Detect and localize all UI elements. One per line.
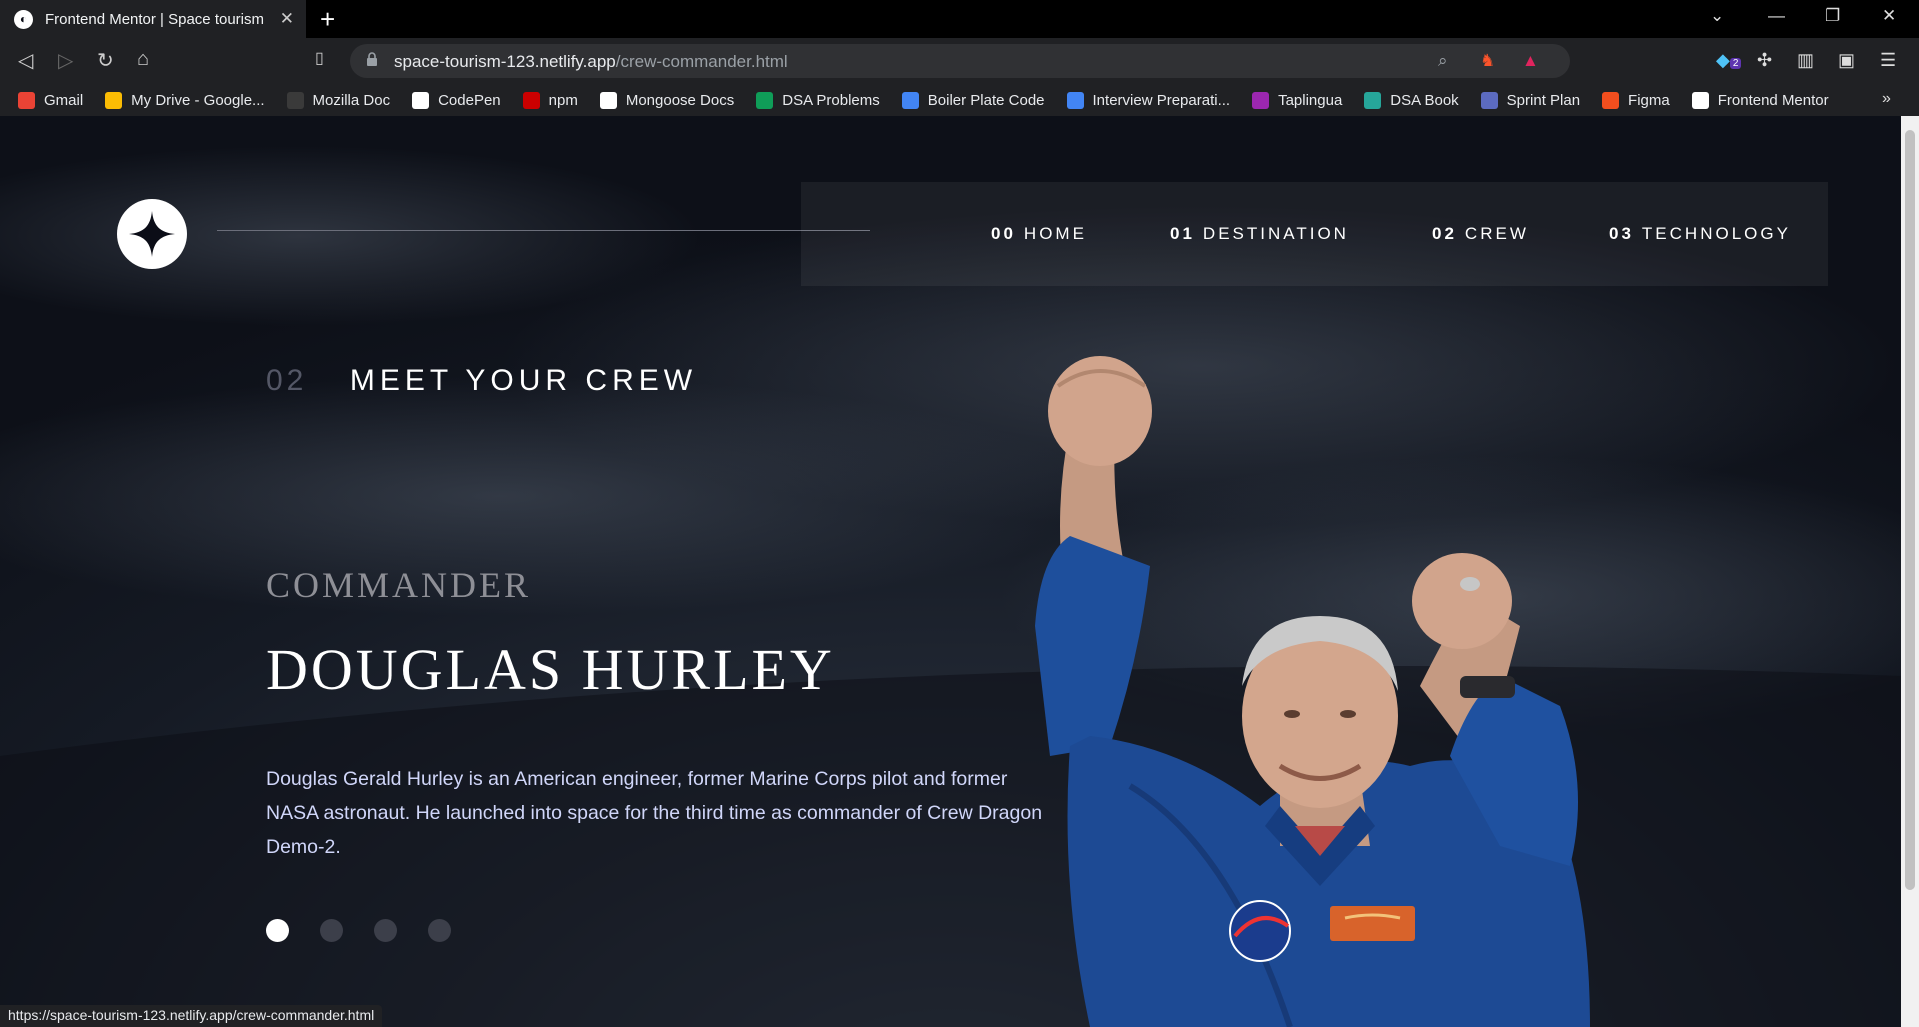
url-text: space-tourism-123.netlify.app/crew-comma… [394, 52, 788, 71]
bookmark-item[interactable]: Gmail [18, 91, 84, 109]
bookmark-item[interactable]: Mozilla Doc [286, 91, 391, 109]
bookmark-favicon-icon [1066, 91, 1084, 109]
new-tab-icon[interactable]: + [320, 4, 335, 35]
tab-search-icon[interactable]: ⌄ [1710, 6, 1724, 26]
bookmark-favicon-icon [286, 91, 304, 109]
bookmark-favicon-icon [1364, 91, 1382, 109]
bookmark-label: CodePen [438, 91, 501, 109]
bookmark-favicon-icon [901, 91, 919, 109]
forward-icon[interactable]: ▷ [58, 48, 73, 73]
bookmark-favicon-icon [1691, 91, 1709, 109]
site-logo[interactable] [117, 199, 187, 269]
bookmark-label: Gmail [44, 91, 84, 109]
bookmark-label: DSA Book [1390, 91, 1459, 109]
crew-bio: Douglas Gerald Hurley is an American eng… [266, 768, 1043, 858]
zoom-icon[interactable]: ⌕ [1438, 51, 1448, 71]
bookmark-label: My Drive - Google... [131, 91, 265, 109]
bookmark-item[interactable]: Taplingua [1252, 91, 1343, 109]
crew-dot-4[interactable] [428, 919, 451, 942]
bookmark-favicon-icon [1252, 91, 1270, 109]
bookmark-item[interactable]: Boiler Plate Code [901, 91, 1045, 109]
more-bookmarks-icon[interactable]: » [1882, 90, 1899, 108]
bookmark-item[interactable]: DSA Book [1364, 91, 1459, 109]
lock-icon [367, 52, 377, 66]
section-heading: 02 MEET YOUR CREW [266, 364, 697, 398]
bookmark-label: Boiler Plate Code [927, 91, 1045, 109]
scroll-thumb[interactable] [1905, 130, 1915, 890]
restore-icon[interactable]: ❐ [1825, 6, 1840, 26]
crew-portrait [1035, 356, 1590, 1027]
bookmark-item[interactable]: DSA Problems [756, 91, 880, 109]
bookmark-label: Figma [1628, 91, 1670, 109]
section-title: MEET YOUR CREW [349, 364, 698, 397]
address-bar[interactable]: space-tourism-123.netlify.app/crew-comma… [350, 44, 1570, 78]
close-tab-icon[interactable]: ✕ [280, 9, 294, 29]
bookmark-icon[interactable]: ▯ [315, 48, 324, 68]
bookmark-favicon-icon [18, 91, 35, 109]
nav-crew[interactable]: 02 CREW [1432, 224, 1529, 244]
brave-rewards-icon[interactable]: ▲ [1522, 51, 1539, 71]
reload-icon[interactable]: ↻ [97, 48, 114, 73]
bookmark-favicon-icon [1480, 91, 1498, 109]
tab-title: Frontend Mentor | Space tourism [45, 10, 264, 28]
active-tab[interactable]: ◐ Frontend Mentor | Space tourism ✕ [0, 0, 306, 38]
bookmark-label: DSA Problems [782, 91, 880, 109]
page-scrollbar[interactable] [1901, 116, 1919, 1027]
star-logo-icon [129, 211, 175, 257]
back-icon[interactable]: ◁ [18, 48, 33, 73]
bookmark-favicon-icon [522, 91, 540, 109]
nav-destination[interactable]: 01 DESTINATION [1170, 224, 1349, 244]
bookmark-item[interactable]: My Drive - Google... [105, 91, 265, 109]
bookmark-item[interactable]: Frontend Mentor [1691, 91, 1829, 109]
page-viewport: 00 HOME 01 DESTINATION 02 CREW 03 TECHNOLOGY… [0, 116, 1901, 1027]
extensions-puzzle-icon[interactable]: ✣ [1757, 50, 1772, 71]
bookmark-item[interactable]: npm [522, 91, 578, 109]
home-icon[interactable]: ⌂ [137, 48, 149, 71]
nav-divider [217, 230, 870, 231]
browser-toolbar: ◁ ▷ ↻ ⌂ ▯ space-tourism-123.netlify.app/… [0, 38, 1919, 84]
tab-favicon-icon: ◐ [14, 9, 33, 29]
minimize-icon[interactable]: — [1768, 6, 1785, 26]
sidebar-icon[interactable]: ▥ [1797, 50, 1814, 71]
bookmark-favicon-icon [412, 91, 430, 109]
bookmarks-bar: Gmail My Drive - Google... Mozilla Doc Code… [0, 84, 1919, 116]
bookmark-label: Mozilla Doc [312, 91, 391, 109]
crew-role: COMMANDER [266, 565, 532, 605]
wallet-icon[interactable]: ▣ [1838, 50, 1855, 71]
bookmark-item[interactable]: Figma [1602, 91, 1670, 109]
crew-dot-3[interactable] [374, 919, 397, 942]
bookmark-label: Frontend Mentor [1717, 91, 1829, 109]
bookmark-favicon-icon [756, 91, 774, 109]
bookmark-label: Taplingua [1278, 91, 1343, 109]
crew-name: DOUGLAS HURLEY [266, 637, 835, 702]
crew-pagination [266, 919, 482, 942]
extension-icon[interactable]: ◆ 2 [1716, 50, 1742, 71]
close-window-icon[interactable]: ✕ [1882, 6, 1896, 26]
bookmark-item[interactable]: CodePen [412, 91, 501, 109]
bookmark-label: Interview Preparati... [1092, 91, 1231, 109]
status-url: https://space-tourism-123.netlify.app/cr… [0, 1005, 383, 1027]
section-number: 02 [266, 364, 308, 397]
bookmark-item[interactable]: Sprint Plan [1480, 91, 1581, 109]
bookmark-label: Mongoose Docs [625, 91, 735, 109]
crew-dot-2[interactable] [320, 919, 343, 942]
primary-nav: 00 HOME 01 DESTINATION 02 CREW 03 TECHNOLOGY [801, 182, 1828, 286]
extension-badge: 2 [1729, 58, 1742, 69]
bookmark-label: Sprint Plan [1506, 91, 1581, 109]
bookmark-favicon-icon [1602, 91, 1620, 109]
menu-icon[interactable]: ☰ [1880, 50, 1896, 71]
nav-home[interactable]: 00 HOME [991, 224, 1087, 244]
bookmark-label: npm [548, 91, 578, 109]
brave-shields-icon[interactable]: ♞ [1480, 51, 1495, 71]
tab-bar: ◐ Frontend Mentor | Space tourism ✕ + ⌄ … [0, 0, 1919, 38]
crew-dot-1[interactable] [266, 919, 289, 942]
bookmark-item[interactable]: Interview Preparati... [1066, 91, 1231, 109]
bookmark-favicon-icon [599, 91, 617, 109]
nav-technology[interactable]: 03 TECHNOLOGY [1609, 224, 1791, 244]
bookmark-favicon-icon [105, 91, 123, 109]
bookmark-item[interactable]: Mongoose Docs [599, 91, 735, 109]
